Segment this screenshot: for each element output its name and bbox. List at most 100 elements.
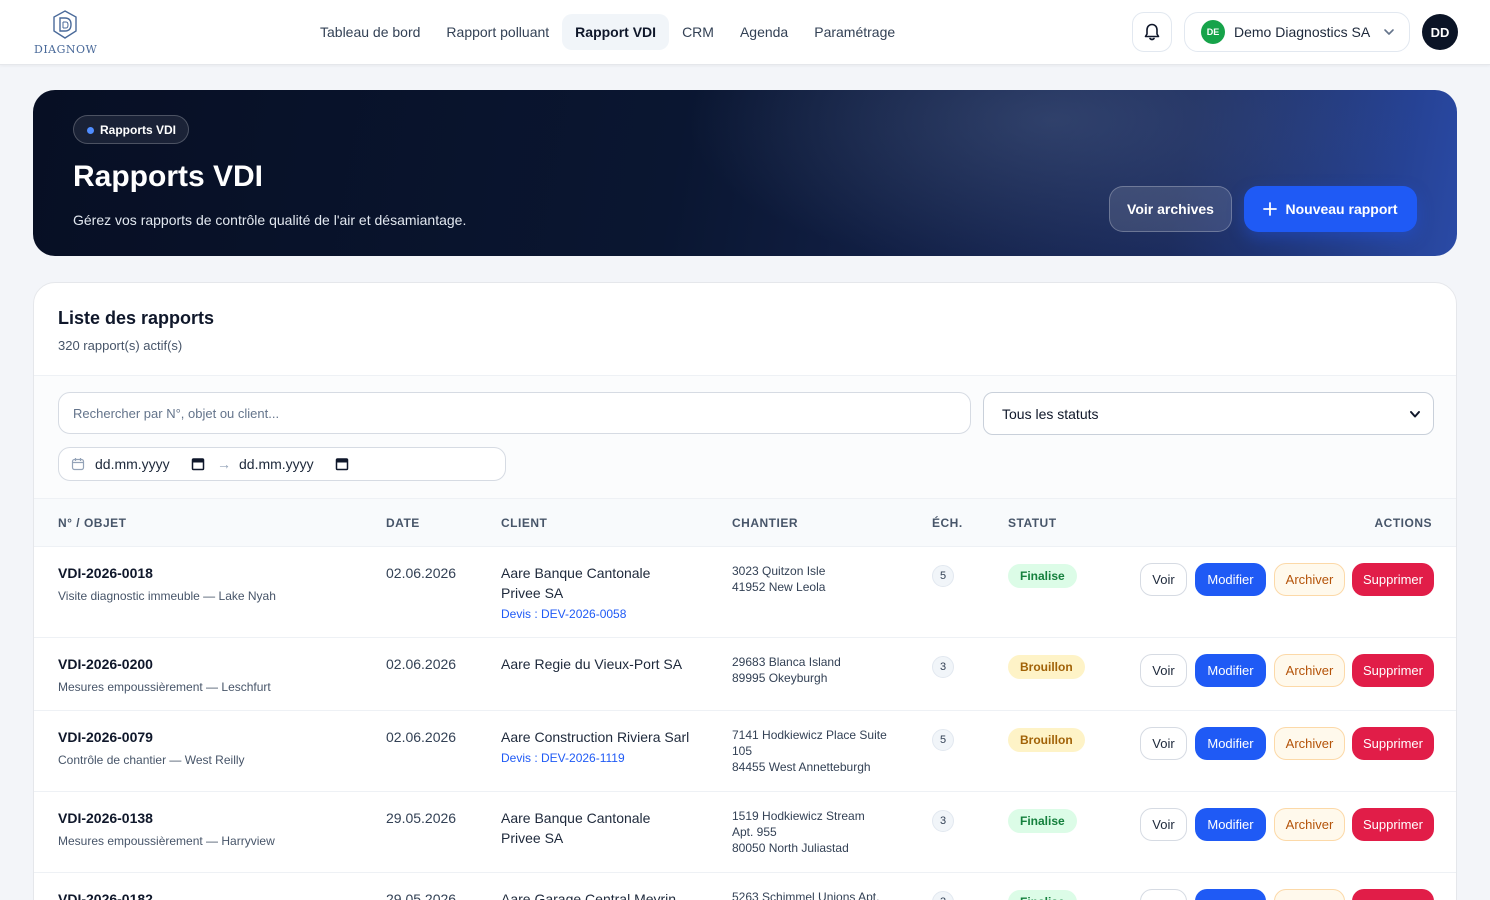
col-header-chantier[interactable]: CHANTIER <box>732 516 798 530</box>
nav-rapport-vdi[interactable]: Rapport VDI <box>562 14 670 50</box>
chantier-line: 5263 Schimmel Unions Apt. <box>732 890 880 900</box>
samples-cell: 3 <box>932 810 954 832</box>
view-archives-button[interactable]: Voir archives <box>1109 186 1232 232</box>
col-header-client[interactable]: CLIENT <box>501 516 547 530</box>
delete-button[interactable]: Supprimer <box>1352 808 1434 841</box>
top-navbar: DIAGNOW Tableau de bord Rapport polluant… <box>0 0 1490 65</box>
report-date: 02.06.2026 <box>386 565 457 581</box>
date-from-picker-icon[interactable] <box>191 457 205 471</box>
report-number[interactable]: VDI-2026-0138 <box>58 810 275 826</box>
status-filter-select[interactable]: Tous les statuts <box>983 392 1434 435</box>
report-number[interactable]: VDI-2026-0200 <box>58 656 271 672</box>
chantier-line: 3023 Quitzon Isle <box>732 564 826 578</box>
client-cell: Aare Construction Riviera Sarl Devis : D… <box>501 727 721 768</box>
archive-button[interactable]: Archiver <box>1274 808 1345 841</box>
date-to-input[interactable]: dd.mm.yyyy <box>239 456 335 472</box>
view-button[interactable]: Voir <box>1140 654 1187 687</box>
org-name: Demo Diagnostics SA <box>1234 24 1371 40</box>
table-row[interactable]: VDI-2026-0079 Contrôle de chantier — Wes… <box>34 711 1456 792</box>
search-input[interactable] <box>58 392 971 434</box>
report-date: 29.05.2026 <box>386 810 457 826</box>
report-number[interactable]: VDI-2026-0079 <box>58 729 245 745</box>
pill-dot-icon <box>87 127 94 134</box>
nav-tableau-de-bord[interactable]: Tableau de bord <box>307 14 433 50</box>
archive-button[interactable]: Archiver <box>1274 727 1345 760</box>
client-name: Aare Banque Cantonale <box>501 565 651 581</box>
view-button[interactable]: Voir <box>1140 808 1187 841</box>
organization-selector[interactable]: DE Demo Diagnostics SA <box>1184 12 1410 52</box>
chantier-line: Apt. 955 <box>732 825 777 839</box>
delete-button[interactable]: Supprimer <box>1352 654 1434 687</box>
user-avatar[interactable]: DD <box>1422 14 1458 50</box>
logo-mark-icon <box>53 10 77 39</box>
edit-button[interactable]: Modifier <box>1195 889 1266 900</box>
archive-button[interactable]: Archiver <box>1274 654 1345 687</box>
delete-button[interactable]: Supprimer <box>1352 727 1434 760</box>
table-row[interactable]: VDI-2026-0018 Visite diagnostic immeuble… <box>34 547 1456 638</box>
client-name: Aare Construction Riviera Sarl <box>501 729 690 745</box>
delete-button[interactable]: Supprimer <box>1352 889 1434 900</box>
archive-button[interactable]: Archiver <box>1274 889 1345 900</box>
nav-crm[interactable]: CRM <box>669 14 727 50</box>
date-from-input[interactable]: dd.mm.yyyy <box>95 456 191 472</box>
page-title: Rapports VDI <box>73 160 264 193</box>
client-name: Aare Banque Cantonale <box>501 810 651 826</box>
chantier-line: 89995 Okeyburgh <box>732 671 828 685</box>
archive-button[interactable]: Archiver <box>1274 563 1345 596</box>
table-row[interactable]: VDI-2026-0138 Mesures empoussièrement — … <box>34 792 1456 873</box>
report-number[interactable]: VDI-2026-0182 <box>58 891 153 900</box>
report-cell: VDI-2026-0200 Mesures empoussièrement — … <box>58 656 271 694</box>
report-date: 02.06.2026 <box>386 729 457 745</box>
col-header-statut[interactable]: STATUT <box>1008 516 1057 530</box>
report-cell: VDI-2026-0079 Contrôle de chantier — Wes… <box>58 729 245 767</box>
col-header-ech[interactable]: ÉCH. <box>932 516 963 530</box>
edit-button[interactable]: Modifier <box>1195 727 1266 760</box>
devis-link[interactable]: Devis : DEV-2026-0058 <box>501 604 701 624</box>
report-object: Mesures empoussièrement — Leschfurt <box>58 680 271 694</box>
view-button[interactable]: Voir <box>1140 889 1187 900</box>
status-cell: Finalise <box>1008 890 1077 900</box>
view-button[interactable]: Voir <box>1140 727 1187 760</box>
app-logo[interactable]: DIAGNOW <box>32 10 102 58</box>
col-header-num[interactable]: N° / OBJET <box>58 516 126 530</box>
bell-icon <box>1144 23 1160 41</box>
chantier-cell: 5263 Schimmel Unions Apt. <box>732 889 922 900</box>
samples-cell: 3 <box>932 656 954 678</box>
table-row[interactable]: VDI-2026-0182 29.05.2026 Aare Garage Cen… <box>34 873 1456 900</box>
col-header-date[interactable]: DATE <box>386 516 420 530</box>
edit-button[interactable]: Modifier <box>1195 563 1266 596</box>
chantier-line: 1519 Hodkiewicz Stream <box>732 809 865 823</box>
date-to-picker-icon[interactable] <box>335 457 349 471</box>
report-object: Mesures empoussièrement — Harryview <box>58 834 275 848</box>
nav-rapport-polluant[interactable]: Rapport polluant <box>433 14 562 50</box>
chantier-line: 7141 Hodkiewicz Place Suite <box>732 728 887 742</box>
status-badge: Finalise <box>1008 564 1077 588</box>
reports-card: Liste des rapports 320 rapport(s) actif(… <box>33 282 1457 900</box>
delete-button[interactable]: Supprimer <box>1352 563 1434 596</box>
client-name: Aare Regie du Vieux-Port SA <box>501 656 683 672</box>
calendar-icon <box>71 458 85 471</box>
filters-bar: Tous les statuts dd.mm.yyyy → dd.mm.yyyy <box>34 376 1456 498</box>
notifications-button[interactable] <box>1132 12 1172 52</box>
report-number[interactable]: VDI-2026-0018 <box>58 565 276 581</box>
list-title: Liste des rapports <box>58 308 215 328</box>
report-cell: VDI-2026-0018 Visite diagnostic immeuble… <box>58 565 276 603</box>
new-report-button[interactable]: Nouveau rapport <box>1244 186 1417 232</box>
client-cell: Aare Regie du Vieux-Port SA <box>501 654 721 674</box>
samples-count: 3 <box>932 810 954 832</box>
range-arrow-icon: → <box>217 456 231 472</box>
view-button[interactable]: Voir <box>1140 563 1187 596</box>
main-nav: Tableau de bord Rapport polluant Rapport… <box>307 14 908 50</box>
samples-count: 5 <box>932 565 954 587</box>
chantier-line: 41952 New Leola <box>732 580 826 594</box>
edit-button[interactable]: Modifier <box>1195 654 1266 687</box>
nav-parametrage[interactable]: Paramétrage <box>801 14 908 50</box>
nav-agenda[interactable]: Agenda <box>727 14 801 50</box>
edit-button[interactable]: Modifier <box>1195 808 1266 841</box>
devis-link[interactable]: Devis : DEV-2026-1119 <box>501 748 721 768</box>
table-row[interactable]: VDI-2026-0200 Mesures empoussièrement — … <box>34 638 1456 711</box>
samples-count: 3 <box>932 891 954 900</box>
chantier-cell: 3023 Quitzon Isle 41952 New Leola <box>732 563 902 595</box>
status-badge: Finalise <box>1008 890 1077 900</box>
page-subtitle: Gérez vos rapports de contrôle qualité d… <box>73 212 467 228</box>
